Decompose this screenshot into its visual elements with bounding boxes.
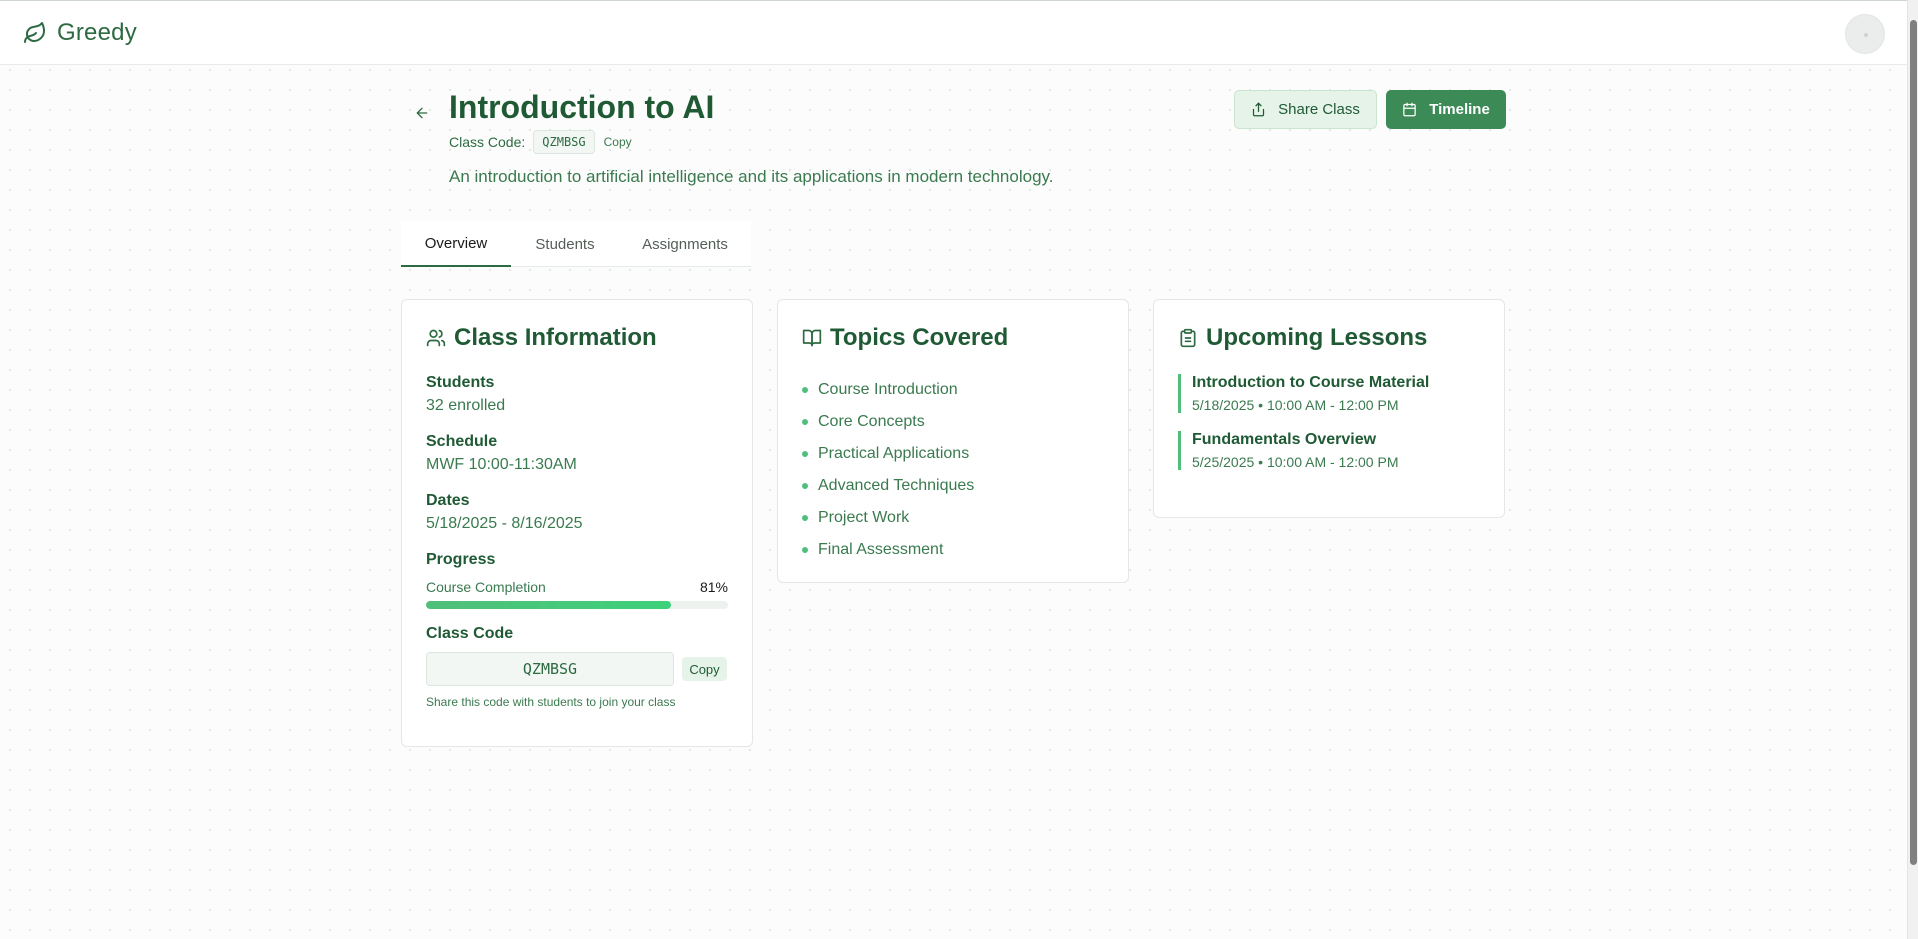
page-scrollbar[interactable] [1907,0,1918,939]
topic-label: Project Work [818,509,910,526]
bullet-dot [802,515,808,521]
upcoming-lessons-card: Upcoming Lessons Introduction to Course … [1153,299,1505,518]
brand-name: Greedy [57,18,137,46]
bullet-dot [802,387,808,393]
schedule-value: MWF 10:00-11:30AM [426,456,577,473]
copy-code-button[interactable]: Copy [682,657,727,681]
user-avatar[interactable] [1845,14,1885,54]
list-item: Advanced Techniques [802,470,1104,502]
schedule-label: Schedule [426,433,498,450]
class-code-box-row: QZMBSG Copy [426,652,728,686]
dates-value: 5/18/2025 - 8/16/2025 [426,515,583,532]
progress-row: Course Completion 81% [426,579,728,595]
topic-label: Advanced Techniques [818,477,975,494]
class-code-hint: Share this code with students to join yo… [426,695,676,709]
bullet-dot [802,419,808,425]
share-icon [1253,102,1265,117]
progress-bar [426,601,728,609]
timeline-button[interactable]: Timeline [1386,90,1506,129]
bullet-dot [802,451,808,457]
share-class-button[interactable]: Share Class [1234,90,1377,129]
class-code-label: Class Code: [449,134,526,150]
clipboard-icon [1180,328,1196,348]
list-item: Course Introduction [802,374,1104,406]
brand-logo[interactable]: Greedy [23,19,137,47]
class-information-heading: Class Information [426,324,728,352]
topic-label: Practical Applications [818,445,970,462]
users-icon [426,329,446,347]
course-completion-percent: 81% [699,579,728,595]
tab-students[interactable]: Students [511,221,619,267]
top-navbar: Greedy [0,0,1907,65]
topics-covered-card: Topics Covered Course Introduction Core … [777,299,1129,583]
class-information-title: Class Information [454,324,657,351]
lesson-item[interactable]: Fundamentals Overview 5/25/2025 • 10:00 … [1178,431,1480,470]
topic-label: Final Assessment [818,541,944,558]
course-completion-label: Course Completion [426,579,546,595]
lesson-title: Fundamentals Overview [1192,431,1377,448]
class-code-row: Class Code: QZMBSG Copy [449,130,632,154]
list-item: Practical Applications [802,438,1104,470]
progress-bar-fill [426,601,671,609]
lesson-time: 5/18/2025 • 10:00 AM - 12:00 PM [1192,397,1399,413]
list-item: Final Assessment [802,534,1104,566]
lesson-title: Introduction to Course Material [1192,374,1430,391]
class-description: An introduction to artificial intelligen… [449,167,1054,186]
leaf-icon [24,21,45,43]
topic-label: Course Introduction [818,381,958,398]
dates-label: Dates [426,492,470,509]
class-code-chip: QZMBSG [533,130,595,154]
topic-list: Course Introduction Core Concepts Practi… [802,374,1104,566]
calendar-icon [1403,102,1416,117]
timeline-label: Timeline [1429,101,1490,118]
back-button[interactable] [412,103,432,123]
page-title: Introduction to AI [449,89,715,125]
upcoming-lessons-title: Upcoming Lessons [1206,324,1428,351]
book-open-icon [802,329,822,347]
class-tabs: Overview Students Assignments [401,221,751,267]
share-class-label: Share Class [1278,101,1360,118]
tab-overview[interactable]: Overview [401,221,511,267]
scrollbar-thumb[interactable] [1910,20,1917,865]
upcoming-lessons-heading: Upcoming Lessons [1178,324,1480,352]
students-label: Students [426,374,495,391]
progress-label: Progress [426,551,496,568]
tab-assignments[interactable]: Assignments [619,221,751,267]
arrow-left-icon [416,107,428,119]
copy-code-link[interactable]: Copy [604,135,632,149]
class-information-card: Class Information Students 32 enrolled S… [401,299,753,747]
topic-label: Core Concepts [818,413,925,430]
list-item: Project Work [802,502,1104,534]
bullet-dot [802,483,808,489]
students-value: 32 enrolled [426,397,506,414]
class-code-display: QZMBSG [426,652,674,686]
topics-covered-heading: Topics Covered [802,324,1104,352]
list-item: Core Concepts [802,406,1104,438]
topics-covered-title: Topics Covered [830,324,1009,351]
lesson-item[interactable]: Introduction to Course Material 5/18/202… [1178,374,1480,413]
class-code-section-label: Class Code [426,625,514,642]
lesson-time: 5/25/2025 • 10:00 AM - 12:00 PM [1192,454,1399,470]
bullet-dot [802,547,808,553]
